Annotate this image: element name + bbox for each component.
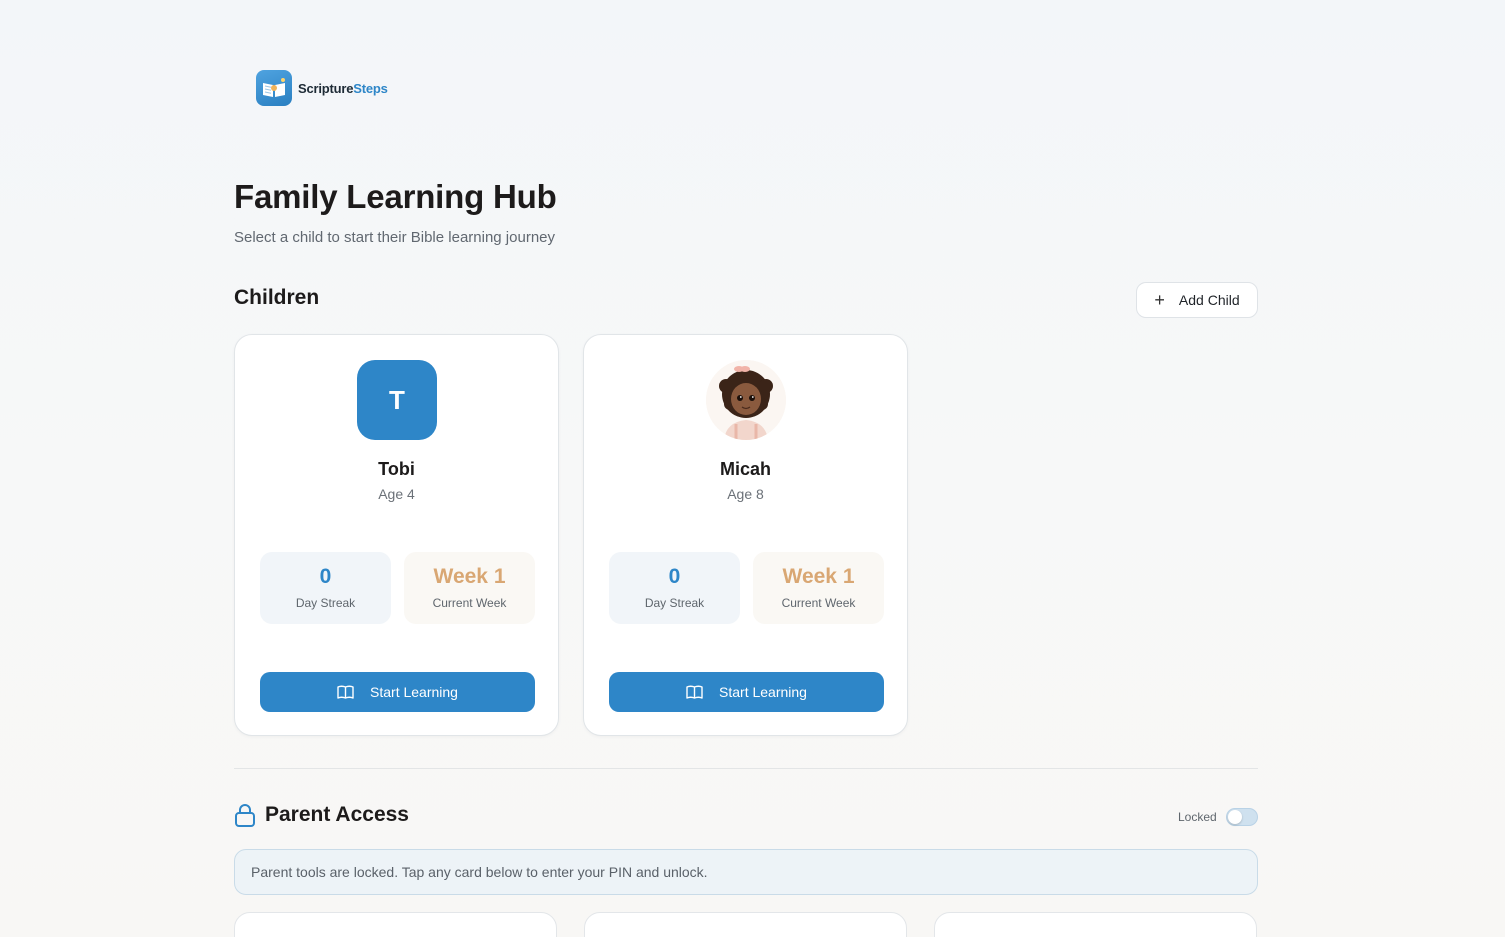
current-week-value: Week 1 <box>782 565 855 588</box>
add-child-label: Add Child <box>1178 292 1240 308</box>
child-card-tobi[interactable]: T Tobi Age 4 0 Day Streak Week 1 Current… <box>234 334 559 736</box>
current-week-stat: Week 1 Current Week <box>753 552 884 624</box>
locked-notice: Parent tools are locked. Tap any card be… <box>234 849 1258 895</box>
parent-tool-card[interactable] <box>234 912 557 937</box>
start-learning-label: Start Learning <box>370 684 458 700</box>
open-book-icon <box>256 70 292 106</box>
child-age: Age 4 <box>378 486 415 502</box>
child-name: Tobi <box>378 459 415 479</box>
current-week-value: Week 1 <box>433 565 506 588</box>
parent-access-title: Parent Access <box>265 803 409 826</box>
child-age: Age 8 <box>727 486 764 502</box>
current-week-stat: Week 1 Current Week <box>404 552 535 624</box>
avatar: T <box>357 360 437 440</box>
start-learning-button[interactable]: Start Learning <box>609 672 884 712</box>
lock-icon <box>235 804 255 827</box>
start-learning-label: Start Learning <box>719 684 807 700</box>
book-icon <box>686 685 703 699</box>
section-divider <box>234 768 1258 769</box>
toggle-knob <box>1228 810 1242 824</box>
child-card-micah[interactable]: Micah Age 8 0 Day Streak Week 1 Current … <box>583 334 908 736</box>
child-name: Micah <box>719 459 771 479</box>
parent-tool-card[interactable] <box>934 912 1257 937</box>
day-streak-label: Day Streak <box>644 596 705 610</box>
add-child-button[interactable]: + Add Child <box>1136 282 1258 318</box>
parent-lock-toggle[interactable] <box>1226 808 1258 826</box>
page-subtitle: Select a child to start their Bible lear… <box>234 229 556 246</box>
brand-name: ScriptureSteps <box>298 80 388 96</box>
parent-tool-card[interactable] <box>584 912 907 937</box>
current-week-label: Current Week <box>781 596 856 610</box>
day-streak-value: 0 <box>668 565 681 588</box>
day-streak-value: 0 <box>319 565 332 588</box>
day-streak-stat: 0 Day Streak <box>260 552 391 624</box>
parent-access-header: Parent Access <box>234 803 409 827</box>
children-section-title: Children <box>234 286 320 309</box>
page-title: Family Learning Hub <box>234 178 557 215</box>
day-streak-label: Day Streak <box>295 596 356 610</box>
avatar <box>706 360 786 440</box>
start-learning-button[interactable]: Start Learning <box>260 672 535 712</box>
book-icon <box>337 685 354 699</box>
plus-icon: + <box>1154 290 1165 310</box>
day-streak-stat: 0 Day Streak <box>609 552 740 624</box>
lock-state-label: Locked <box>1178 810 1217 824</box>
current-week-label: Current Week <box>432 596 507 610</box>
brand-logo[interactable]: ScriptureSteps <box>256 70 388 106</box>
